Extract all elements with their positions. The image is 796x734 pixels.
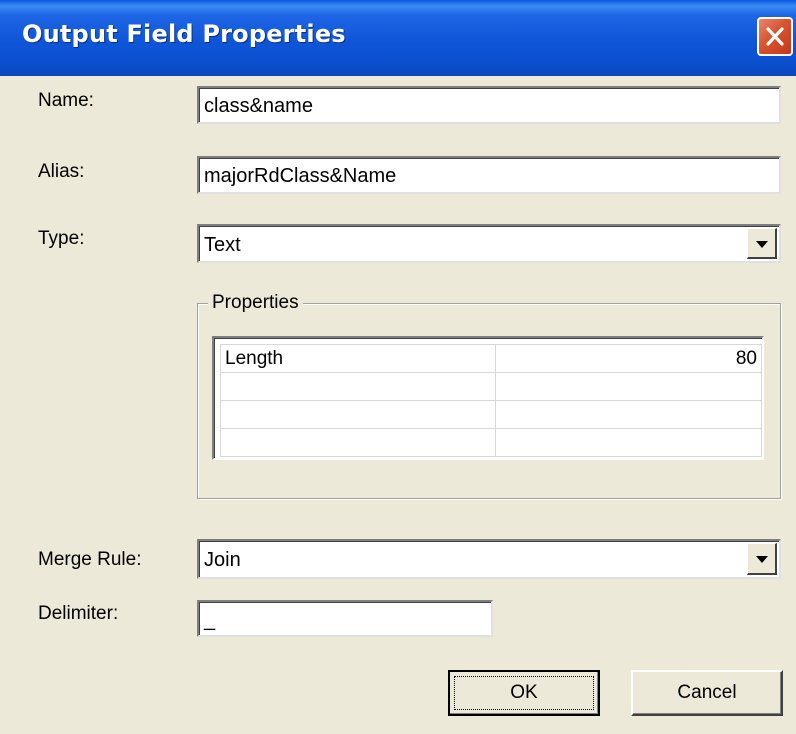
delimiter-input[interactable]: _ <box>197 600 493 637</box>
property-key[interactable] <box>220 372 496 401</box>
properties-grid[interactable]: Length 80 <box>212 336 764 460</box>
title-bar[interactable]: Output Field Properties <box>0 0 796 76</box>
property-value[interactable] <box>495 428 762 457</box>
table-row[interactable]: Length 80 <box>220 344 762 373</box>
table-row[interactable] <box>220 400 762 429</box>
properties-legend: Properties <box>208 292 303 314</box>
merge-rule-select[interactable]: Join <box>197 539 781 579</box>
merge-rule-select-value: Join <box>204 549 241 571</box>
properties-table: Length 80 <box>220 344 762 457</box>
merge-rule-label: Merge Rule: <box>38 549 142 570</box>
cancel-button[interactable]: Cancel <box>631 670 783 716</box>
ok-button[interactable]: OK <box>448 670 600 716</box>
cancel-button-label: Cancel <box>677 682 737 703</box>
close-button[interactable] <box>757 17 793 56</box>
close-icon <box>766 27 784 46</box>
delimiter-input-value: _ <box>204 609 216 631</box>
property-key[interactable]: Length <box>220 344 496 373</box>
window-title: Output Field Properties <box>22 20 346 48</box>
property-value[interactable] <box>495 400 762 429</box>
delimiter-label: Delimiter: <box>38 603 119 624</box>
type-label: Type: <box>38 228 85 249</box>
focus-ring <box>454 676 594 710</box>
type-dropdown-button[interactable] <box>747 228 777 259</box>
property-value[interactable] <box>495 372 762 401</box>
alias-label: Alias: <box>38 161 85 182</box>
chevron-down-icon <box>756 241 768 248</box>
dialog-window: Output Field Properties Name: class&name… <box>0 0 796 734</box>
merge-rule-dropdown-button[interactable] <box>747 543 777 575</box>
alias-input-value: majorRdClass&Name <box>204 165 397 187</box>
property-key[interactable] <box>220 400 496 429</box>
name-label: Name: <box>38 90 94 111</box>
alias-input[interactable]: majorRdClass&Name <box>197 156 781 194</box>
table-row[interactable] <box>220 428 762 457</box>
chevron-down-icon <box>756 556 768 563</box>
property-key[interactable] <box>220 428 496 457</box>
name-input[interactable]: class&name <box>197 86 781 124</box>
type-select-value: Text <box>204 234 241 256</box>
table-row[interactable] <box>220 372 762 401</box>
property-value[interactable]: 80 <box>495 344 762 373</box>
type-select[interactable]: Text <box>197 224 781 263</box>
name-input-value: class&name <box>204 95 313 117</box>
